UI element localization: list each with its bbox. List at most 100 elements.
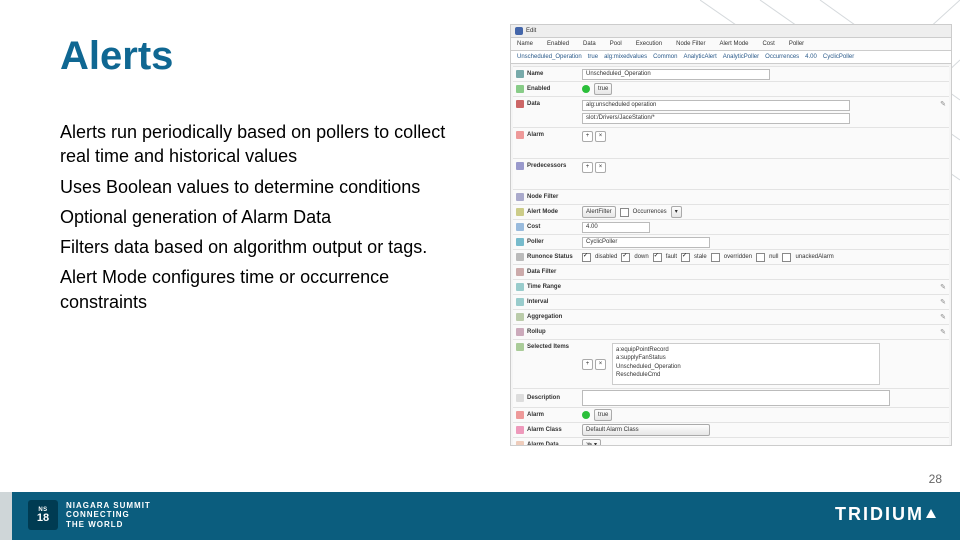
row-rollup: Rollup ✎ (513, 324, 949, 339)
cb-disabled[interactable] (582, 253, 591, 262)
col-nodefilter[interactable]: Node Filter (676, 41, 705, 47)
edit-icon[interactable]: ✎ (940, 100, 946, 108)
footer: NS 18 NIAGARA SUMMIT CONNECTING THE WORL… (0, 492, 960, 540)
col-execution[interactable]: Execution (636, 41, 662, 47)
col-enabled[interactable]: Enabled (547, 41, 569, 47)
status-dot-icon (582, 411, 590, 419)
col-cost[interactable]: Cost (762, 41, 774, 47)
enabled-select[interactable]: true (594, 83, 612, 95)
crumb-1: true (588, 54, 598, 60)
row-alertmode: Alert Mode AlertFilter Occurrences ▾ (513, 204, 949, 219)
badge-bottom: 18 (37, 513, 49, 524)
bool-icon (516, 85, 524, 93)
opt-unacked: unackedAlarm (795, 254, 833, 260)
row-alarm: Alarm +× (513, 127, 949, 158)
row-predecessors: Predecessors +× (513, 158, 949, 189)
col-alertmode[interactable]: Alert Mode (719, 41, 748, 47)
ns18-badge: NS 18 (28, 500, 58, 530)
alarm-icon (516, 411, 524, 419)
crumb-2: alg:mixedvalues (604, 54, 647, 60)
opt-stale: stale (694, 254, 707, 260)
row-selecteditems: Selected Items +× a:equipPointRecord a:s… (513, 339, 949, 388)
tagline: NIAGARA SUMMIT CONNECTING THE WORLD (66, 501, 151, 530)
page-number: 28 (929, 472, 942, 486)
cb-null[interactable] (756, 253, 765, 262)
edit-icon[interactable]: ✎ (940, 298, 946, 306)
label-predecessors: Predecessors (527, 163, 566, 169)
label-datafilter: Data Filter (527, 269, 556, 275)
data-icon (516, 100, 524, 108)
data-value-input[interactable]: alg:unscheduled operation (582, 100, 850, 111)
label-runonce: Runonce Status (527, 254, 573, 260)
row-poller: Poller CyclicPoller (513, 234, 949, 249)
cb-fault[interactable] (653, 253, 662, 262)
interval-icon (516, 298, 524, 306)
row-alarmclass: Alarm Class Default Alarm Class (513, 422, 949, 437)
cb-down[interactable] (621, 253, 630, 262)
cb-overridden[interactable] (711, 253, 720, 262)
crumb-0: Unscheduled_Operation (517, 54, 582, 60)
edit-icon[interactable]: ✎ (940, 328, 946, 336)
tagline-1: NIAGARA SUMMIT (66, 501, 151, 511)
cb-unacked[interactable] (782, 253, 791, 262)
alarm-icon (516, 131, 524, 139)
data-path-input[interactable]: slot:/Drivers/JaceStation/* (582, 113, 850, 124)
alertmode-checkbox[interactable] (620, 208, 629, 217)
row-data: Data alg:unscheduled operation slot:/Dri… (513, 96, 949, 127)
col-poller[interactable]: Poller (789, 41, 804, 47)
link-icon (516, 162, 524, 170)
list-item[interactable]: a:equipPointRecord (616, 346, 876, 354)
description-input[interactable] (582, 390, 890, 406)
alertmode-occ-dropdown[interactable]: ▾ (671, 206, 682, 218)
alarmdata-expand[interactable]: ≫ ▾ (582, 439, 601, 446)
row-name: Name Unscheduled_Operation (513, 66, 949, 81)
list-item[interactable]: RescheduleCmd (616, 371, 876, 379)
items-add-remove[interactable]: +× (582, 359, 608, 370)
list-item[interactable]: Unscheduled_Operation (616, 363, 876, 371)
label-interval: Interval (527, 299, 548, 305)
row-description: Description (513, 388, 949, 407)
edit-icon[interactable]: ✎ (940, 283, 946, 291)
row-aggregation: Aggregation ✎ (513, 309, 949, 324)
cost-icon (516, 223, 524, 231)
crumb-3: Common (653, 54, 677, 60)
label-nodefilter: Node Filter (527, 194, 558, 200)
event-logo: NS 18 NIAGARA SUMMIT CONNECTING THE WORL… (28, 500, 151, 530)
selected-items-list[interactable]: a:equipPointRecord a:supplyFanStatus Uns… (612, 343, 880, 385)
triangle-icon (926, 509, 936, 518)
poller-input[interactable]: CyclicPoller (582, 237, 710, 248)
list-item[interactable]: a:supplyFanStatus (616, 354, 876, 362)
alarmclass-select[interactable]: Default Alarm Class (582, 424, 710, 436)
alarmdata-icon (516, 441, 524, 446)
cb-stale[interactable] (681, 253, 690, 262)
edit-icon[interactable]: ✎ (940, 313, 946, 321)
form-area: Name Unscheduled_Operation Enabled true … (511, 64, 951, 446)
tagline-2: CONNECTING (66, 510, 151, 520)
row-runonce: Runonce Status disabled down fault stale… (513, 249, 949, 264)
opt-overridden: overridden (724, 254, 752, 260)
pred-add-remove[interactable]: +× (582, 162, 608, 173)
label-poller: Poller (527, 239, 544, 245)
brand-logo: TRIDIUM (835, 504, 936, 525)
cost-input[interactable]: 4.00 (582, 222, 650, 233)
body-p1: Alerts run periodically based on pollers… (60, 120, 480, 169)
label-rollup: Rollup (527, 329, 546, 335)
col-data[interactable]: Data (583, 41, 596, 47)
selected-row[interactable]: Unscheduled_Operation true alg:mixedvalu… (511, 51, 951, 64)
alertmode-select[interactable]: AlertFilter (582, 206, 616, 218)
alarm2-select[interactable]: true (594, 409, 612, 421)
status-icon (516, 253, 524, 261)
footer-accent (0, 492, 12, 540)
row-alarm2: Alarm true (513, 407, 949, 422)
col-name[interactable]: Name (517, 41, 533, 47)
opt-null: null (769, 254, 778, 260)
mode-icon (516, 208, 524, 216)
col-pool[interactable]: Pool (610, 41, 622, 47)
clock-icon (516, 283, 524, 291)
name-input[interactable]: Unscheduled_Operation (582, 69, 770, 80)
label-cost: Cost (527, 224, 540, 230)
tagline-3: THE WORLD (66, 520, 151, 530)
alarm-add-remove[interactable]: +× (582, 131, 608, 142)
datafilter-icon (516, 268, 524, 276)
label-data: Data (527, 101, 540, 107)
